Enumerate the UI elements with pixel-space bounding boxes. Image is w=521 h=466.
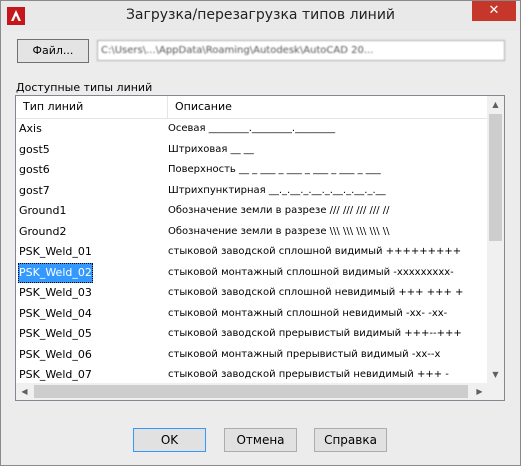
linetype-name: gost7 <box>19 183 50 197</box>
linetype-name: gost5 <box>19 142 50 156</box>
list-item[interactable]: gost5 Штриховая __ __ <box>16 140 488 161</box>
scroll-corner <box>487 383 504 400</box>
linetype-description: Обозначение земли в разрезе /// /// /// … <box>168 205 390 216</box>
horizontal-scroll-thumb[interactable] <box>34 385 468 398</box>
linetype-name: PSK_Weld_02 <box>18 262 93 283</box>
file-button[interactable]: Файл... <box>17 39 89 63</box>
scroll-right-icon[interactable]: ▶ <box>471 383 488 400</box>
linetype-description: стыковой заводской прерывистый невидимый… <box>168 369 449 380</box>
linetype-list[interactable]: Тип линий Описание Axis Осевая ________._… <box>15 95 505 401</box>
scroll-up-icon[interactable]: ▲ <box>487 96 504 113</box>
linetype-description: Обозначение земли в разрезе \\\ \\\ \\\ … <box>168 225 390 237</box>
linetype-description: стыковой заводской сплошной видимый ++++… <box>168 246 462 257</box>
linetype-description: стыковой монтажный сплошной невидимый -x… <box>168 307 448 319</box>
list-item[interactable]: PSK_Weld_03 стыковой заводской сплошной н… <box>16 283 488 304</box>
column-header-description[interactable]: Описание <box>168 96 488 118</box>
linetype-description: Поверхность __ _ ___ _ ___ _ ___ _ ___ _… <box>168 164 381 175</box>
linetype-name: PSK_Weld_01 <box>19 245 92 258</box>
list-item[interactable]: PSK_Weld_05 стыковой заводской прерывисты… <box>16 324 488 345</box>
linetype-description: Осевая ________.________.________ <box>168 123 336 134</box>
linetype-description: Штриховая __ __ <box>168 143 254 155</box>
linetype-description: стыковой заводской сплошной невидимый ++… <box>168 287 464 298</box>
list-item[interactable]: Axis Осевая ________.________.________ <box>16 119 488 140</box>
list-item[interactable]: gost6 Поверхность __ _ ___ _ ___ _ ___ _ … <box>16 160 488 181</box>
close-button[interactable]: ✕ <box>472 1 516 21</box>
list-item[interactable]: PSK_Weld_01 стыковой заводской сплошной в… <box>16 242 488 263</box>
linetype-name: gost6 <box>19 163 50 176</box>
cancel-button[interactable]: Отмена <box>224 428 297 452</box>
linetype-description: стыковой монтажный сплошной видимый -xxx… <box>168 266 454 278</box>
linetype-name: PSK_Weld_04 <box>19 306 92 320</box>
dialog-title: Загрузка/перезагрузка типов линий <box>125 7 396 23</box>
list-item[interactable]: PSK_Weld_02 стыковой монтажный сплошной в… <box>16 262 488 284</box>
linetype-name: PSK_Weld_05 <box>19 327 92 340</box>
linetype-description: стыковой заводской прерывистый видимый +… <box>168 328 462 339</box>
linetype-name: Ground2 <box>19 224 67 238</box>
list-item[interactable]: Ground2 Обозначение земли в разрезе \\\ \… <box>16 222 488 243</box>
linetype-description: Штрихпунктирная __._.__._.__._.__._.__._… <box>168 184 386 196</box>
linetype-name: PSK_Weld_06 <box>19 347 92 361</box>
linetype-name: PSK_Weld_07 <box>19 368 92 381</box>
file-path-field[interactable]: C:\Users\...\AppData\Roaming\Autodesk\Au… <box>97 40 505 61</box>
available-linetypes-label: Доступные типы линий <box>16 81 153 94</box>
scroll-left-icon[interactable]: ◀ <box>16 383 33 400</box>
close-icon: ✕ <box>488 3 500 18</box>
list-item[interactable]: PSK_Weld_06 стыковой монтажный прерывисты… <box>16 345 488 366</box>
linetype-description: стыковой монтажный прерывистый видимый -… <box>168 348 441 360</box>
linetype-name: Axis <box>19 122 42 135</box>
linetype-dialog: Загрузка/перезагрузка типов линий ✕ Файл… <box>0 0 521 466</box>
list-header: Тип линий Описание <box>16 96 488 119</box>
scroll-down-icon[interactable]: ▼ <box>487 366 504 383</box>
list-item[interactable]: gost7 Штрихпунктирная __._.__._.__._.__._… <box>16 181 488 202</box>
list-item[interactable]: Ground1 Обозначение земли в разрезе /// /… <box>16 201 488 222</box>
vertical-scroll-thumb[interactable] <box>489 114 502 241</box>
vertical-scrollbar[interactable]: ▲ ▼ <box>487 96 504 383</box>
title-bar[interactable]: Загрузка/перезагрузка типов линий ✕ <box>1 1 520 31</box>
linetype-name: PSK_Weld_03 <box>19 286 92 299</box>
horizontal-scrollbar[interactable]: ◀ ▶ <box>16 383 488 400</box>
help-button[interactable]: Справка <box>314 428 387 452</box>
list-item[interactable]: PSK_Weld_04 стыковой монтажный сплошной н… <box>16 304 488 325</box>
list-rows: Axis Осевая ________.________.________gos… <box>16 119 488 400</box>
ok-button[interactable]: OK <box>133 428 206 452</box>
linetype-name: Ground1 <box>19 204 67 217</box>
column-header-type[interactable]: Тип линий <box>16 96 168 118</box>
